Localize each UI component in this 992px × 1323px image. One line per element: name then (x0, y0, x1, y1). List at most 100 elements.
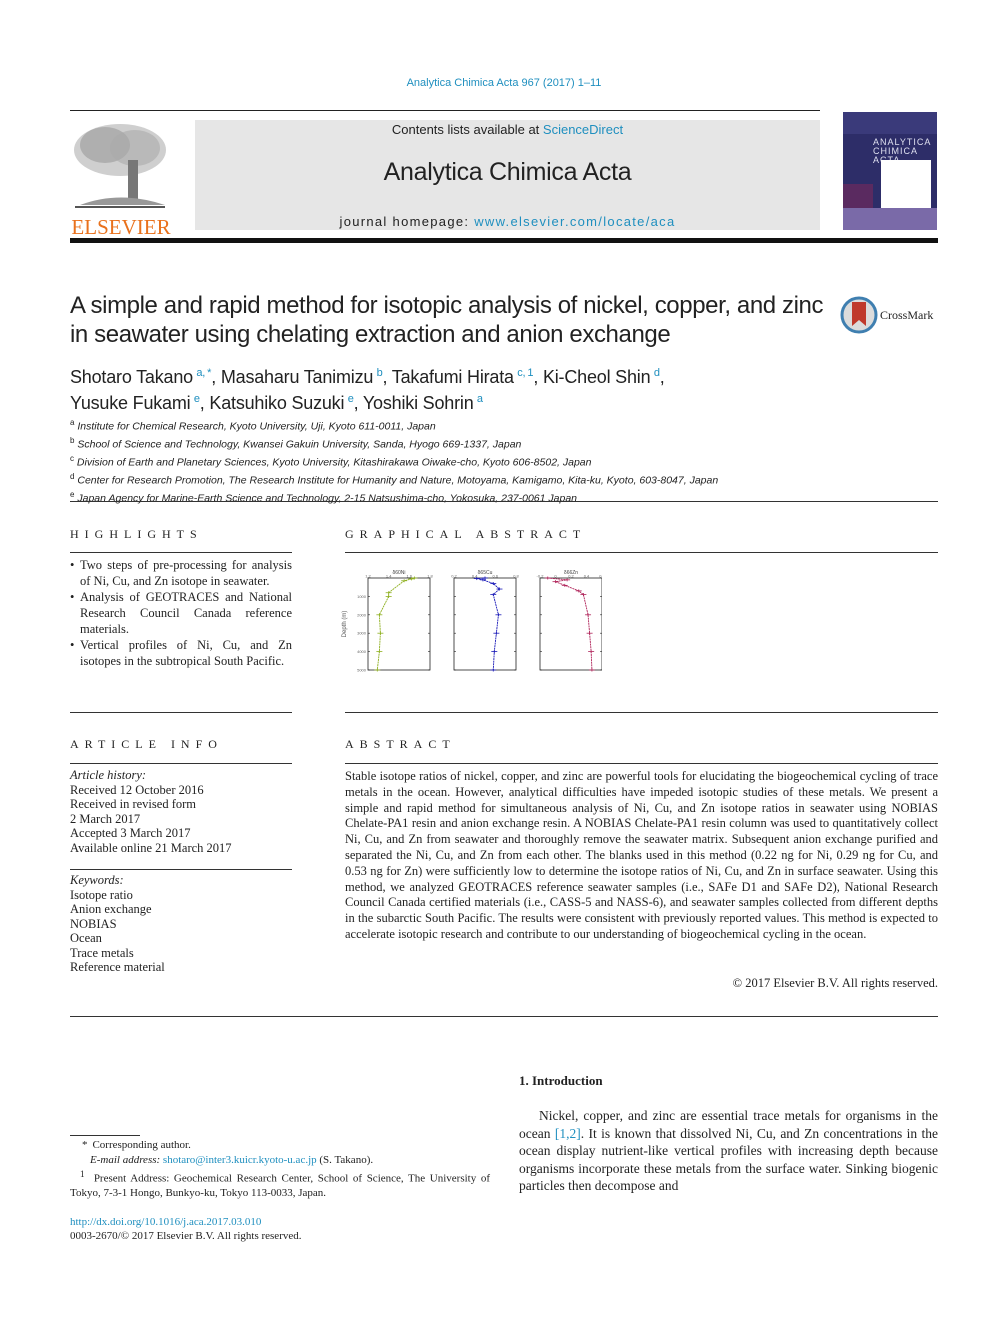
keyword-item: Anion exchange (70, 902, 152, 916)
introduction-heading: 1. Introduction (519, 1073, 603, 1088)
x-tick-label: 0.4 (584, 574, 590, 579)
x-tick-label: 0.6 (599, 574, 602, 579)
x-tick-label: 0.8 (513, 574, 519, 579)
author-name[interactable]: Yoshiki Sohrin (363, 393, 474, 413)
homepage-line: journal homepage: www.elsevier.com/locat… (195, 214, 820, 229)
intro-text-part2: . It is known that dissolved Ni, Cu, and… (519, 1125, 939, 1194)
author-separator: , (659, 367, 665, 387)
journal-cover-thumbnail[interactable]: ANALYTICACHIMICA ACTA (843, 112, 937, 230)
panel-frame (367, 577, 431, 671)
highlight-item: Two steps of pre-processing for analysis… (70, 557, 292, 589)
keyword-item: NOBIAS (70, 916, 117, 931)
crossmark-label: CrossMark (880, 308, 934, 322)
article-info-heading: ARTICLE INFO (70, 737, 223, 751)
author-separator: , (353, 393, 363, 413)
crossmark-button[interactable]: CrossMark (840, 296, 940, 336)
abstract-rule (345, 763, 938, 764)
highlights-list: Two steps of pre-processing for analysis… (70, 557, 292, 669)
y-tick-label: 3000 (357, 631, 367, 636)
highlights-rule (70, 552, 292, 553)
cover-top-band (843, 112, 937, 134)
affiliation-item: e Japan Agency for Marine-Earth Science … (70, 488, 830, 506)
email-label: E-mail address: (90, 1153, 163, 1166)
email-note: E-mail address: shotaro@inter3.kuicr.kyo… (70, 1153, 490, 1168)
keywords-label: Keywords: (70, 873, 124, 887)
homepage-prefix: journal homepage: (339, 214, 475, 229)
author-name[interactable]: Shotaro Takano (70, 367, 193, 387)
panel-title: δ60Ni (392, 570, 405, 576)
keywords-rule (70, 869, 292, 870)
article-title: A simple and rapid method for isotopic a… (70, 292, 824, 348)
present-address-note: 1 Present Address: Geochemical Research … (70, 1167, 490, 1201)
affiliation-item: b School of Science and Technology, Kwan… (70, 434, 830, 452)
elsevier-logo[interactable]: ELSEVIER (70, 120, 172, 238)
history-entry: Accepted 3 March 2017 (70, 826, 191, 840)
introduction-text: Nickel, copper, and zinc are essential t… (519, 1107, 938, 1195)
panel-frame (453, 577, 517, 671)
keyword-item: Reference material (70, 960, 165, 974)
affiliation-item: a Institute for Chemical Research, Kyoto… (70, 416, 830, 434)
footnote-rule (70, 1135, 140, 1136)
contents-prefix: Contents lists available at (391, 122, 543, 137)
keyword-item: Ocean (70, 931, 102, 945)
author-affiliation-mark[interactable]: c, 1 (517, 367, 533, 379)
elsevier-wordmark: ELSEVIER (71, 215, 171, 239)
elsevier-tree-icon (74, 124, 166, 208)
author-separator: , (199, 393, 210, 413)
journal-reference[interactable]: Analytica Chimica Acta 967 (2017) 1–11 (0, 77, 992, 89)
header-rule (70, 110, 820, 111)
present-address-mark: 1 (80, 1169, 85, 1179)
history-entry: Available online 21 March 2017 (70, 840, 232, 855)
contents-line: Contents lists available at ScienceDirec… (195, 122, 820, 137)
journal-title: Analytica Chimica Acta (383, 158, 632, 186)
highlights-heading: HIGHLIGHTS (70, 527, 203, 541)
author-separator: , (211, 367, 221, 387)
author-name[interactable]: Ki-Cheol Shin (543, 367, 651, 387)
x-tick-label: 0.4 (472, 574, 478, 579)
cover-bottom-band (843, 208, 937, 230)
graphical-abstract-rule (345, 552, 938, 553)
x-tick-label: 1.8 (427, 574, 433, 579)
graphical-abstract-chart[interactable]: Depth (m)δ60Ni1.2 1.4 1.6 1.810002000300040… (340, 568, 602, 673)
panel-frame (539, 577, 602, 671)
affiliation-item: d Center for Research Promotion, The Res… (70, 470, 830, 488)
homepage-link[interactable]: www.elsevier.com/locate/aca (474, 214, 675, 229)
keyword-item: Trace metals (70, 945, 134, 960)
header-thick-rule (70, 238, 938, 243)
keywords-block: Keywords: Isotope ratio Anion exchange NOB… (70, 873, 292, 975)
author-affiliation-mark[interactable]: a (477, 393, 483, 405)
present-address-text: Present Address: Geochemical Research Ce… (70, 1172, 490, 1200)
keyword-item: Isotope ratio (70, 887, 133, 902)
y-tick-label: 1000 (357, 594, 367, 599)
profile-line-0 (376, 577, 415, 671)
profile-line-2 (547, 577, 593, 671)
citation-link[interactable]: [1,2] (555, 1126, 581, 1141)
highlight-item: Analysis of GEOTRACES and National Resea… (70, 589, 292, 637)
x-tick-label: -0.2 (537, 574, 545, 579)
email-suffix: (S. Takano). (316, 1153, 374, 1166)
y-axis-label: Depth (m) (342, 611, 348, 638)
author-separator: , (533, 367, 543, 387)
author-name[interactable]: Katsuhiko Suzuki (209, 393, 344, 413)
panel-title: δ65Cu (478, 570, 493, 576)
history-entry: 2 March 2017 (70, 811, 141, 826)
author-list: Shotaro Takano a, *, Masaharu Tanimizu b… (70, 362, 830, 414)
affiliation-text: Japan Agency for Marine-Earth Science an… (74, 492, 578, 505)
doi-link[interactable]: http://dx.doi.org/10.1016/j.aca.2017.03.… (70, 1215, 490, 1230)
author-name[interactable]: Takafumi Hirata (392, 367, 514, 387)
graphical-abstract-bottom-rule (345, 712, 938, 713)
x-tick-label: 1.4 (386, 574, 392, 579)
email-link[interactable]: shotaro@inter3.kuicr.kyoto-u.ac.jp (163, 1154, 317, 1166)
y-tick-label: 2000 (357, 612, 367, 617)
author-name[interactable]: Masaharu Tanimizu (221, 367, 374, 387)
abstract-copyright: © 2017 Elsevier B.V. All rights reserved… (732, 976, 938, 990)
cover-figure (881, 160, 931, 210)
sciencedirect-link[interactable]: ScienceDirect (543, 122, 623, 137)
profile-line-1 (476, 577, 501, 671)
author-affiliation-mark[interactable]: a, * (196, 367, 211, 379)
affiliation-text: Center for Research Promotion, The Resea… (74, 474, 719, 487)
x-tick-label: 0.6 (493, 574, 499, 579)
author-name[interactable]: Yusuke Fukami (70, 393, 191, 413)
section-rule (70, 501, 938, 502)
highlight-item: Vertical profiles of Ni, Cu, and Zn isot… (70, 637, 292, 669)
